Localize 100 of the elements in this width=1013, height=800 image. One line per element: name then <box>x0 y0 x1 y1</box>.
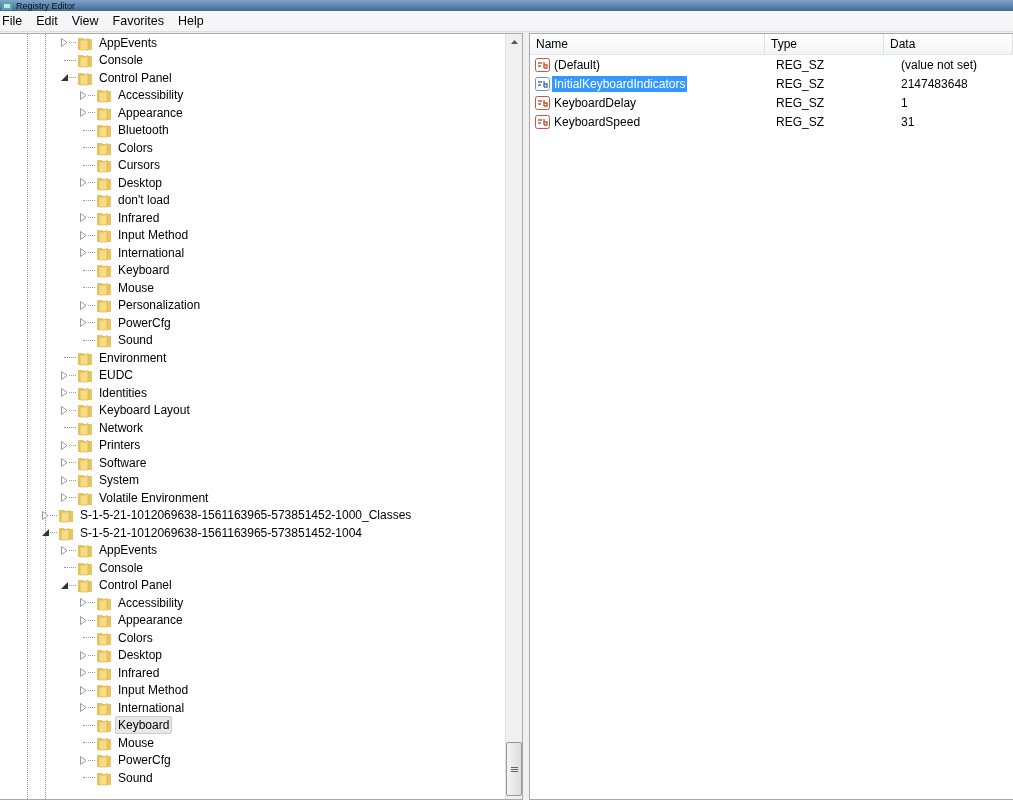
collapse-arrow-icon[interactable] <box>60 74 68 82</box>
tree-item[interactable]: Input Method <box>115 681 192 700</box>
value-name[interactable]: KeyboardSpeed <box>552 113 643 130</box>
menu-item[interactable]: View <box>71 14 105 28</box>
value-name[interactable]: KeyboardDelay <box>552 94 639 111</box>
expand-arrow-icon[interactable] <box>79 318 87 328</box>
scroll-up-icon[interactable] <box>510 40 518 44</box>
value-name[interactable]: (Default) <box>552 56 602 73</box>
collapse-arrow-icon[interactable] <box>60 581 68 589</box>
tree-item[interactable]: PowerCfg <box>115 751 174 770</box>
tree-item[interactable]: International <box>115 698 188 717</box>
tree-item[interactable]: Appearance <box>115 103 186 122</box>
collapse-arrow-icon[interactable] <box>41 529 49 537</box>
menu-item[interactable]: Help <box>178 14 210 28</box>
expand-arrow-icon[interactable] <box>79 703 87 713</box>
string-value-icon <box>535 56 551 73</box>
tree-item[interactable]: Desktop <box>115 173 166 192</box>
folder-icon <box>96 192 112 209</box>
tree-item[interactable]: don't load <box>115 191 173 210</box>
folder-icon <box>96 297 112 314</box>
value-data: 2147483648 <box>900 76 969 91</box>
expand-arrow-icon[interactable] <box>79 650 87 660</box>
tree-item[interactable]: Infrared <box>115 208 163 227</box>
tree-item[interactable]: Colors <box>115 628 156 647</box>
tree-item[interactable]: Accessibility <box>115 86 187 105</box>
expand-arrow-icon[interactable] <box>79 108 87 118</box>
expand-arrow-icon[interactable] <box>60 38 68 48</box>
tree-item[interactable]: AppEvents <box>96 34 161 52</box>
expand-arrow-icon[interactable] <box>79 178 87 188</box>
folder-icon <box>77 367 93 384</box>
expand-arrow-icon[interactable] <box>60 493 68 503</box>
tree-item[interactable]: Mouse <box>115 733 158 752</box>
folder-icon <box>96 717 112 734</box>
expand-arrow-icon[interactable] <box>79 248 87 258</box>
column-header[interactable]: Name <box>530 34 765 54</box>
menu-item[interactable]: File <box>2 14 29 28</box>
tree-item[interactable]: Console <box>96 51 147 70</box>
folder-icon <box>96 612 112 629</box>
tree-item[interactable]: System <box>96 471 142 490</box>
expand-arrow-icon[interactable] <box>60 405 68 415</box>
tree-item[interactable]: Keyboard <box>115 261 173 280</box>
expand-arrow-icon[interactable] <box>60 458 68 468</box>
tree-item[interactable]: Console <box>96 558 147 577</box>
tree-item[interactable]: EUDC <box>96 366 136 385</box>
folder-icon <box>96 647 112 664</box>
scroll-thumb[interactable] <box>506 742 522 796</box>
tree-item[interactable]: Network <box>96 418 146 437</box>
expand-arrow-icon[interactable] <box>79 213 87 223</box>
column-header[interactable]: Type <box>765 34 884 54</box>
tree-item[interactable]: Sound <box>115 331 156 350</box>
menu-item[interactable]: Edit <box>36 14 64 28</box>
expand-arrow-icon[interactable] <box>60 545 68 555</box>
folder-icon <box>96 87 112 104</box>
tree-item[interactable]: Appearance <box>115 611 186 630</box>
window-title: Registry Editor <box>16 0 76 11</box>
tree-item[interactable]: Control Panel <box>96 576 175 595</box>
expand-arrow-icon[interactable] <box>60 440 68 450</box>
expand-arrow-icon[interactable] <box>41 510 49 520</box>
tree-item[interactable]: Accessibility <box>115 593 187 612</box>
tree-item[interactable]: Sound <box>115 768 156 787</box>
tree-item[interactable]: Control Panel <box>96 68 175 87</box>
tree-item[interactable]: Volatile Environment <box>96 488 212 507</box>
folder-icon <box>96 227 112 244</box>
expand-arrow-icon[interactable] <box>79 755 87 765</box>
expand-arrow-icon[interactable] <box>60 370 68 380</box>
tree-item[interactable]: Software <box>96 453 150 472</box>
tree-item[interactable]: Colors <box>115 138 156 157</box>
tree-item[interactable]: Cursors <box>115 156 163 175</box>
tree-item[interactable]: Infrared <box>115 663 163 682</box>
value-type: REG_SZ <box>775 57 825 72</box>
column-header[interactable]: Data <box>884 34 1013 54</box>
expand-arrow-icon[interactable] <box>79 598 87 608</box>
tree-item[interactable]: AppEvents <box>96 541 161 560</box>
expand-arrow-icon[interactable] <box>79 685 87 695</box>
vertical-scrollbar[interactable] <box>505 34 522 799</box>
expand-arrow-icon[interactable] <box>79 615 87 625</box>
expand-arrow-icon[interactable] <box>79 90 87 100</box>
expand-arrow-icon[interactable] <box>60 475 68 485</box>
expand-arrow-icon[interactable] <box>79 300 87 310</box>
tree-item[interactable]: Printers <box>96 436 144 455</box>
tree-item[interactable]: Bluetooth <box>115 121 172 140</box>
expand-arrow-icon[interactable] <box>79 668 87 678</box>
tree-item[interactable]: PowerCfg <box>115 313 174 332</box>
tree-item[interactable]: S-1-5-21-1012069638-1561163965-573851452-1000_Classes <box>77 506 415 525</box>
tree-item[interactable]: Personalization <box>115 296 204 315</box>
tree-item[interactable]: Mouse <box>115 278 158 297</box>
tree-item[interactable]: S-1-5-21-1012069638-1561163965-573851452-1004 <box>77 523 366 542</box>
tree-item[interactable]: Identities <box>96 383 151 402</box>
tree-item[interactable]: Desktop <box>115 646 166 665</box>
string-value-icon <box>535 94 551 111</box>
tree-item[interactable]: International <box>115 243 188 262</box>
value-type: REG_SZ <box>775 114 825 129</box>
expand-arrow-icon[interactable] <box>79 230 87 240</box>
expand-arrow-icon[interactable] <box>60 388 68 398</box>
menu-item[interactable]: Favorites <box>112 14 170 28</box>
tree-item[interactable]: Environment <box>96 348 170 367</box>
tree-item[interactable]: Keyboard <box>115 716 173 735</box>
tree-item[interactable]: Input Method <box>115 226 192 245</box>
value-type: REG_SZ <box>775 76 825 91</box>
tree-item[interactable]: Keyboard Layout <box>96 401 193 420</box>
